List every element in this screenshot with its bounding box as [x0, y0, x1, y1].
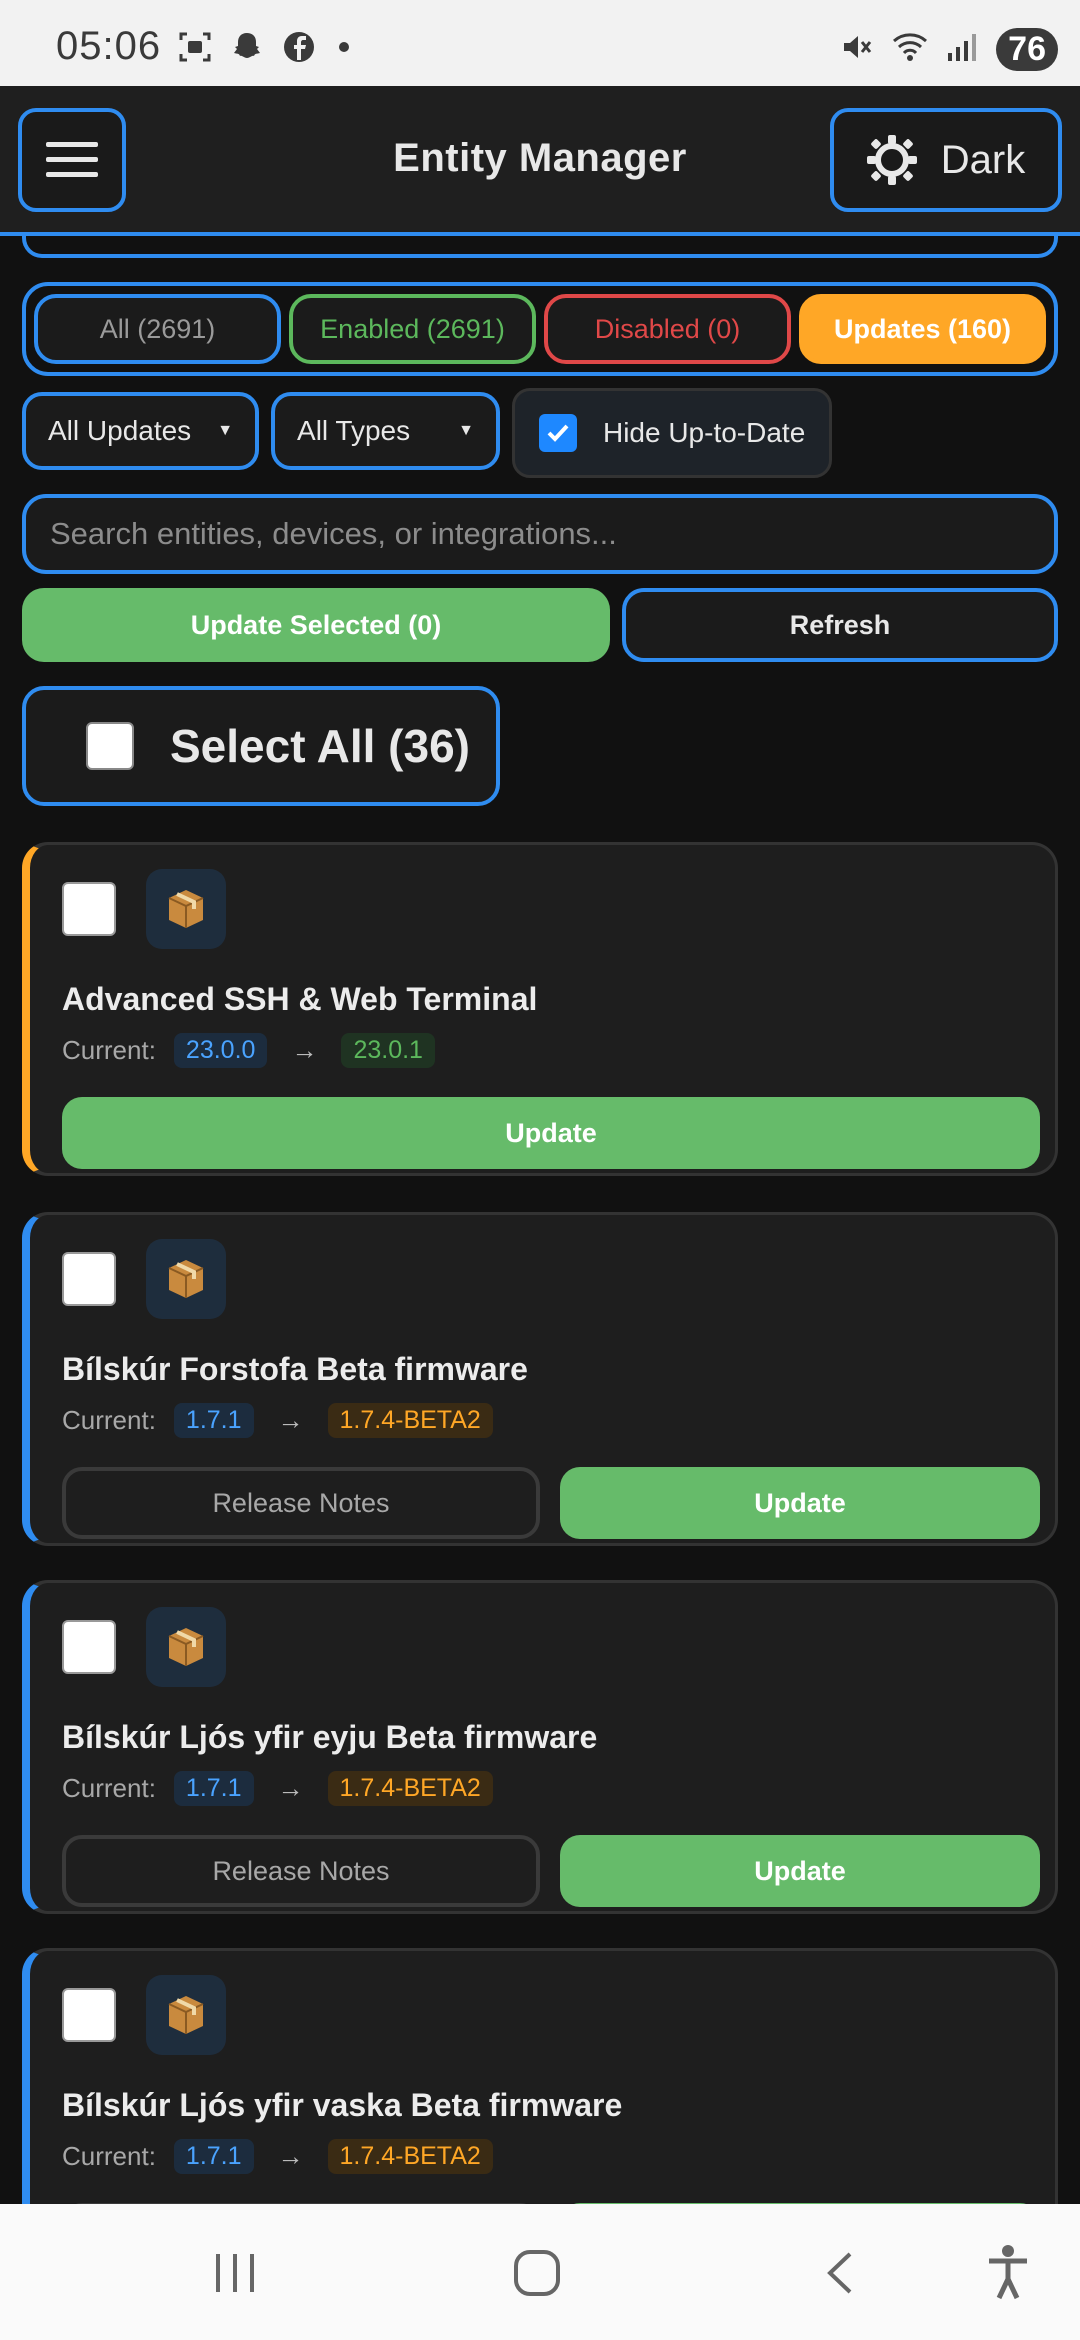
- card-checkbox[interactable]: [62, 882, 116, 936]
- home-icon[interactable]: [512, 2250, 562, 2301]
- snapchat-icon: [230, 30, 264, 69]
- current-label: Current:: [62, 1405, 156, 1435]
- arrow-right-icon: →: [277, 1405, 304, 1435]
- update-card: Bílskúr Ljós yfir eyju Beta firmware Cur…: [22, 1580, 1058, 1914]
- entity-name: Bílskúr Ljós yfir eyju Beta firmware: [62, 1719, 598, 1755]
- filter-tabs: All (2691) Enabled (2691) Disabled (0) U…: [22, 282, 1058, 376]
- refresh-button[interactable]: Refresh: [622, 588, 1058, 662]
- notification-icons: [178, 30, 354, 69]
- battery-indicator: 76: [996, 28, 1058, 71]
- app-header: Entity Manager Dark: [0, 86, 1080, 236]
- tab-enabled[interactable]: Enabled (2691): [289, 294, 536, 364]
- signal-icon: [946, 29, 980, 70]
- package-icon: [146, 1607, 226, 1687]
- status-time: 05:06: [56, 24, 162, 68]
- update-button[interactable]: Update: [560, 1467, 1040, 1539]
- arrow-right-icon: →: [277, 1773, 304, 1803]
- theme-toggle-button[interactable]: Dark: [830, 108, 1062, 212]
- latest-version-badge: 1.7.4-BETA2: [327, 2139, 493, 2174]
- current-version-badge: 1.7.1: [173, 1771, 254, 1806]
- select-all-toggle[interactable]: Select All (36): [22, 686, 500, 806]
- arrow-right-icon: →: [277, 2141, 304, 2171]
- arrow-right-icon: →: [291, 1035, 318, 1065]
- current-version-badge: 23.0.0: [173, 1033, 268, 1068]
- card-checkbox[interactable]: [62, 1620, 116, 1674]
- hide-up-to-date-checkbox[interactable]: [538, 414, 577, 452]
- search-field: [22, 494, 1058, 574]
- version-info: Current: 23.0.0 → 23.0.1: [62, 1033, 435, 1068]
- entity-name: Advanced SSH & Web Terminal: [62, 981, 538, 1017]
- sun-icon: [866, 135, 917, 185]
- tab-all[interactable]: All (2691): [34, 294, 281, 364]
- select-all-checkbox[interactable]: [86, 722, 134, 770]
- latest-version-badge: 1.7.4-BETA2: [327, 1771, 493, 1806]
- select-all-label: Select All (36): [170, 720, 470, 772]
- card-checkbox[interactable]: [62, 1252, 116, 1306]
- accessibility-icon[interactable]: [986, 2244, 1030, 2305]
- package-icon: [146, 869, 226, 949]
- card-checkbox[interactable]: [62, 1988, 116, 2042]
- filter-controls: All Updates ▼ All Types ▼ Hide Up-to-Dat…: [22, 388, 833, 478]
- caret-down-icon: ▼: [458, 422, 474, 439]
- header-rim: [22, 236, 1058, 258]
- type-filter-select[interactable]: All Types ▼: [271, 392, 500, 470]
- facebook-icon: [282, 30, 316, 69]
- hide-up-to-date-toggle[interactable]: Hide Up-to-Date: [511, 388, 833, 478]
- wifi-icon: [890, 29, 930, 70]
- latest-version-badge: 1.7.4-BETA2: [327, 1403, 493, 1438]
- update-filter-value: All Updates: [48, 415, 192, 446]
- update-filter-select[interactable]: All Updates ▼: [22, 392, 260, 470]
- status-bar: 05:06 76: [0, 0, 1080, 86]
- release-notes-button[interactable]: Release Notes: [62, 1835, 540, 1907]
- version-info: Current: 1.7.1 → 1.7.4-BETA2: [62, 2139, 493, 2174]
- system-nav-bar: [0, 2204, 1080, 2340]
- update-button[interactable]: Update: [560, 1835, 1040, 1907]
- theme-label: Dark: [940, 137, 1026, 182]
- entity-name: Bílskúr Ljós yfir vaska Beta firmware: [62, 2087, 623, 2123]
- release-notes-button[interactable]: Release Notes: [62, 1467, 540, 1539]
- tab-updates[interactable]: Updates (160): [799, 294, 1046, 364]
- version-info: Current: 1.7.1 → 1.7.4-BETA2: [62, 1403, 493, 1438]
- update-card: Bílskúr Forstofa Beta firmware Current: …: [22, 1212, 1058, 1546]
- recent-apps-icon[interactable]: [212, 2250, 258, 2301]
- version-info: Current: 1.7.1 → 1.7.4-BETA2: [62, 1771, 493, 1806]
- update-card: Advanced SSH & Web Terminal Current: 23.…: [22, 842, 1058, 1176]
- screenshot-icon: [178, 30, 212, 69]
- type-filter-value: All Types: [297, 415, 411, 446]
- checkmark-icon: [547, 424, 569, 442]
- update-selected-button[interactable]: Update Selected (0): [22, 588, 610, 662]
- latest-version-badge: 23.0.1: [341, 1033, 435, 1068]
- back-icon[interactable]: [822, 2250, 858, 2301]
- hide-up-to-date-label: Hide Up-to-Date: [602, 417, 806, 448]
- caret-down-icon: ▼: [217, 422, 234, 439]
- entity-name: Bílskúr Forstofa Beta firmware: [62, 1351, 528, 1387]
- update-button[interactable]: Update: [62, 1097, 1040, 1169]
- tab-disabled[interactable]: Disabled (0): [544, 294, 791, 364]
- system-icons: 76: [838, 28, 1058, 71]
- current-label: Current:: [62, 2141, 156, 2171]
- search-input[interactable]: [50, 516, 1030, 552]
- dot-icon: [334, 30, 354, 69]
- current-version-badge: 1.7.1: [173, 1403, 254, 1438]
- current-label: Current:: [62, 1773, 156, 1803]
- current-version-badge: 1.7.1: [173, 2139, 254, 2174]
- current-label: Current:: [62, 1035, 156, 1065]
- package-icon: [146, 1239, 226, 1319]
- package-icon: [146, 1975, 226, 2055]
- mute-icon: [838, 29, 874, 70]
